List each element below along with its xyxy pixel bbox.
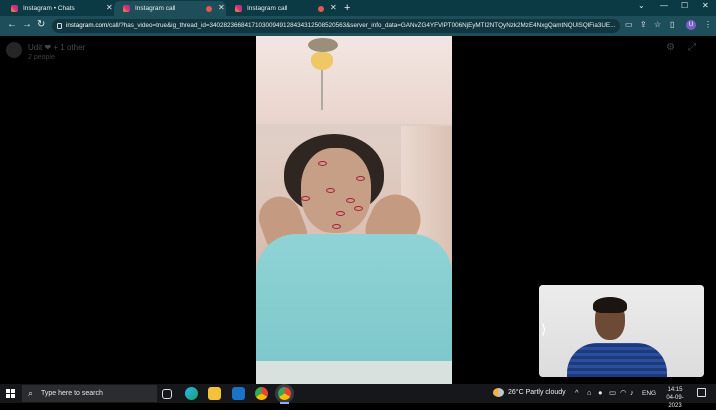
tab-instagram-chats[interactable]: Instagram • Chats ✕ bbox=[2, 1, 114, 16]
notification-icon[interactable] bbox=[697, 388, 706, 397]
lips-filter-icon bbox=[356, 176, 365, 181]
browser-tab-strip: Instagram • Chats ✕ Instagram call ✕ Ins… bbox=[0, 0, 716, 16]
tab-instagram-call[interactable]: Instagram call ✕ bbox=[226, 1, 338, 16]
network-icon[interactable]: ⌂ bbox=[587, 388, 592, 397]
call-title: Udit ❤ + 1 other bbox=[28, 43, 86, 52]
wifi-icon[interactable]: ◠ bbox=[620, 388, 627, 397]
star-icon[interactable]: ☆ bbox=[654, 20, 661, 29]
windows-start-icon[interactable] bbox=[6, 389, 15, 398]
address-bar[interactable]: instagram.com/call/?has_video=true&ig_th… bbox=[52, 19, 620, 33]
clock-time: 14:15 bbox=[667, 386, 683, 393]
volume-icon[interactable]: ♪ bbox=[630, 388, 634, 397]
instagram-icon bbox=[11, 5, 18, 12]
mail-icon[interactable] bbox=[232, 387, 245, 400]
window-close-button[interactable]: ✕ bbox=[702, 1, 709, 10]
lips-filter-icon bbox=[354, 206, 363, 211]
search-placeholder: Type here to search bbox=[41, 389, 103, 397]
windows-taskbar: ⌕ Type here to search 26°C Partly cloudy… bbox=[0, 384, 716, 409]
close-icon[interactable]: ✕ bbox=[330, 3, 337, 12]
weather-temp: 26°C bbox=[508, 389, 524, 396]
weather-desc: Partly cloudy bbox=[525, 389, 566, 396]
url-path: /call/?has_video=true&ig_thread_id=34028… bbox=[107, 21, 616, 29]
language-indicator[interactable]: ENG bbox=[642, 390, 656, 397]
maximize-button[interactable]: ☐ bbox=[681, 1, 688, 10]
battery-icon[interactable]: ▭ bbox=[609, 388, 616, 397]
menu-icon[interactable]: ⋮ bbox=[704, 20, 712, 29]
recording-icon bbox=[206, 5, 212, 12]
clock-date: 04-09-2023 bbox=[666, 394, 684, 409]
pip-hair bbox=[593, 297, 627, 313]
lips-filter-icon bbox=[301, 196, 310, 201]
video-floor bbox=[256, 361, 452, 384]
weather-text: 26°C Partly cloudy bbox=[508, 389, 566, 396]
call-participants: 2 people bbox=[28, 54, 55, 61]
lips-filter-icon bbox=[346, 198, 355, 203]
edge-icon[interactable] bbox=[185, 387, 198, 400]
self-view-video[interactable]: ⟩ bbox=[539, 285, 704, 377]
pip-shirt bbox=[567, 343, 667, 377]
close-icon[interactable]: ✕ bbox=[106, 3, 113, 12]
lips-filter-icon bbox=[326, 188, 335, 193]
chevron-right-icon[interactable]: ⟩ bbox=[541, 321, 546, 338]
fullscreen-icon[interactable]: ⤢ bbox=[688, 42, 696, 53]
browser-toolbar: ← → ↻ instagram.com/call/?has_video=true… bbox=[0, 16, 716, 36]
tab-title: Instagram • Chats bbox=[23, 5, 75, 12]
share-icon[interactable]: ⇪ bbox=[640, 20, 647, 29]
tab-search-icon[interactable]: ⌄ bbox=[638, 1, 645, 10]
taskbar-search-box[interactable]: ⌕ Type here to search bbox=[22, 385, 157, 402]
lips-filter-icon bbox=[336, 211, 345, 216]
chrome-icon[interactable] bbox=[255, 387, 268, 400]
remote-video bbox=[256, 36, 452, 384]
profile-avatar[interactable]: U bbox=[686, 19, 696, 30]
video-ceiling-fan bbox=[308, 38, 338, 52]
new-tab-button[interactable]: + bbox=[344, 2, 350, 14]
tab-instagram-call-active[interactable]: Instagram call ✕ bbox=[114, 1, 226, 16]
settings-icon[interactable]: ⚙ bbox=[666, 42, 675, 53]
tab-title: Instagram call bbox=[135, 5, 176, 12]
sidebar-icon[interactable]: ▯ bbox=[670, 20, 674, 29]
group-avatar bbox=[6, 42, 22, 58]
instagram-icon bbox=[123, 5, 130, 12]
chevron-up-icon[interactable]: ^ bbox=[575, 388, 579, 397]
video-fan-chain bbox=[321, 70, 323, 110]
chrome-active-icon[interactable] bbox=[278, 387, 291, 404]
lock-icon bbox=[57, 23, 62, 29]
video-call-area: Udit ❤ + 1 other 2 people ⚙ ⤢ ⟩ bbox=[0, 36, 716, 384]
reload-icon[interactable]: ↻ bbox=[37, 19, 45, 30]
back-icon[interactable]: ← bbox=[7, 19, 17, 30]
recording-icon bbox=[318, 5, 324, 12]
microphone-icon[interactable]: ● bbox=[598, 388, 603, 397]
video-fan-light bbox=[311, 52, 333, 70]
url-domain: instagram.com bbox=[66, 21, 108, 29]
search-icon: ⌕ bbox=[28, 388, 34, 398]
tab-title: Instagram call bbox=[247, 5, 288, 12]
file-explorer-icon[interactable] bbox=[208, 387, 221, 400]
close-icon[interactable]: ✕ bbox=[218, 3, 225, 12]
instagram-icon bbox=[235, 5, 242, 12]
video-ceiling bbox=[256, 36, 452, 124]
taskbar-clock[interactable]: 14:15 04-09-2023 bbox=[662, 386, 688, 410]
minimize-button[interactable]: — bbox=[660, 1, 668, 10]
forward-icon[interactable]: → bbox=[22, 19, 32, 30]
video-face bbox=[301, 148, 371, 233]
lips-filter-icon bbox=[318, 161, 327, 166]
lips-filter-icon bbox=[332, 224, 341, 229]
task-view-icon[interactable] bbox=[162, 389, 172, 399]
partly-cloudy-icon bbox=[493, 388, 504, 397]
cast-icon[interactable]: ▭ bbox=[625, 20, 633, 29]
url-text: instagram.com/call/?has_video=true&ig_th… bbox=[66, 22, 616, 29]
